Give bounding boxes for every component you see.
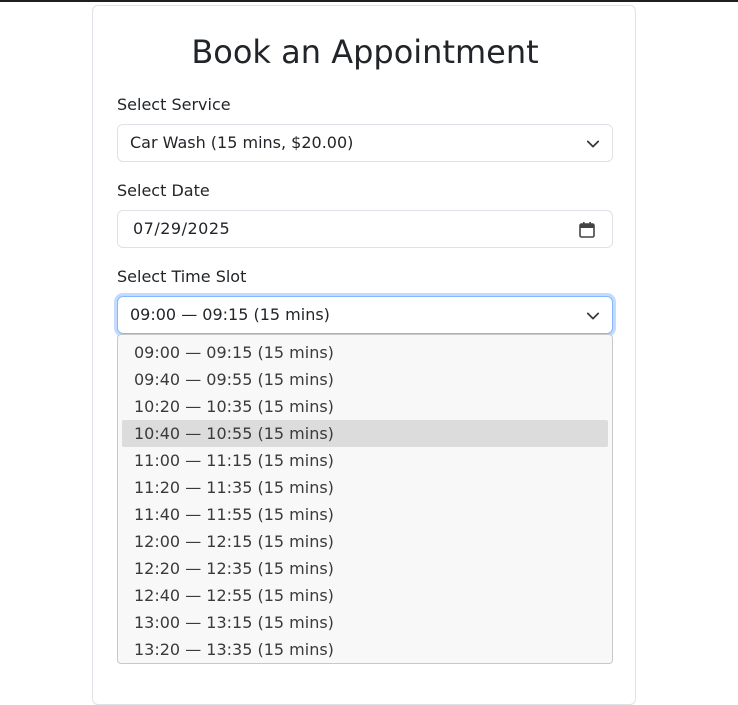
timeslot-option[interactable]: 11:00 — 11:15 (15 mins) — [122, 447, 608, 474]
window-top-border — [0, 0, 738, 2]
timeslot-option[interactable]: 12:00 — 12:15 (15 mins) — [122, 528, 608, 555]
timeslot-option[interactable]: 11:20 — 11:35 (15 mins) — [122, 474, 608, 501]
timeslot-option[interactable]: 13:20 — 13:35 (15 mins) — [122, 636, 608, 663]
service-select[interactable]: Car Wash (15 mins, $20.00) — [117, 124, 613, 162]
timeslot-option[interactable]: 12:20 — 12:35 (15 mins) — [122, 555, 608, 582]
service-select-value: Car Wash (15 mins, $20.00) — [130, 133, 354, 152]
timeslot-label: Select Time Slot — [117, 267, 247, 286]
service-label: Select Service — [117, 95, 231, 114]
timeslot-option[interactable]: 10:20 — 10:35 (15 mins) — [122, 393, 608, 420]
timeslot-option[interactable]: 09:40 — 09:55 (15 mins) — [122, 366, 608, 393]
timeslot-option[interactable]: 13:00 — 13:15 (15 mins) — [122, 609, 608, 636]
timeslot-select-value: 09:00 — 09:15 (15 mins) — [130, 305, 330, 324]
date-input-value: 07/29/2025 — [133, 219, 231, 238]
date-label: Select Date — [117, 181, 210, 200]
timeslot-option[interactable]: 12:40 — 12:55 (15 mins) — [122, 582, 608, 609]
timeslot-option[interactable]: 10:40 — 10:55 (15 mins) — [122, 420, 608, 447]
timeslot-option[interactable]: 11:40 — 11:55 (15 mins) — [122, 501, 608, 528]
date-input[interactable]: 07/29/2025 — [117, 210, 613, 248]
timeslot-option[interactable]: 09:00 — 09:15 (15 mins) — [122, 339, 608, 366]
chevron-down-icon — [586, 140, 600, 148]
chevron-down-icon — [586, 312, 600, 320]
page-title: Book an Appointment — [191, 33, 539, 71]
timeslot-dropdown-list[interactable]: 09:00 — 09:15 (15 mins) 09:40 — 09:55 (15… — [117, 334, 613, 664]
timeslot-select[interactable]: 09:00 — 09:15 (15 mins) — [117, 296, 613, 334]
calendar-icon[interactable] — [578, 221, 596, 239]
